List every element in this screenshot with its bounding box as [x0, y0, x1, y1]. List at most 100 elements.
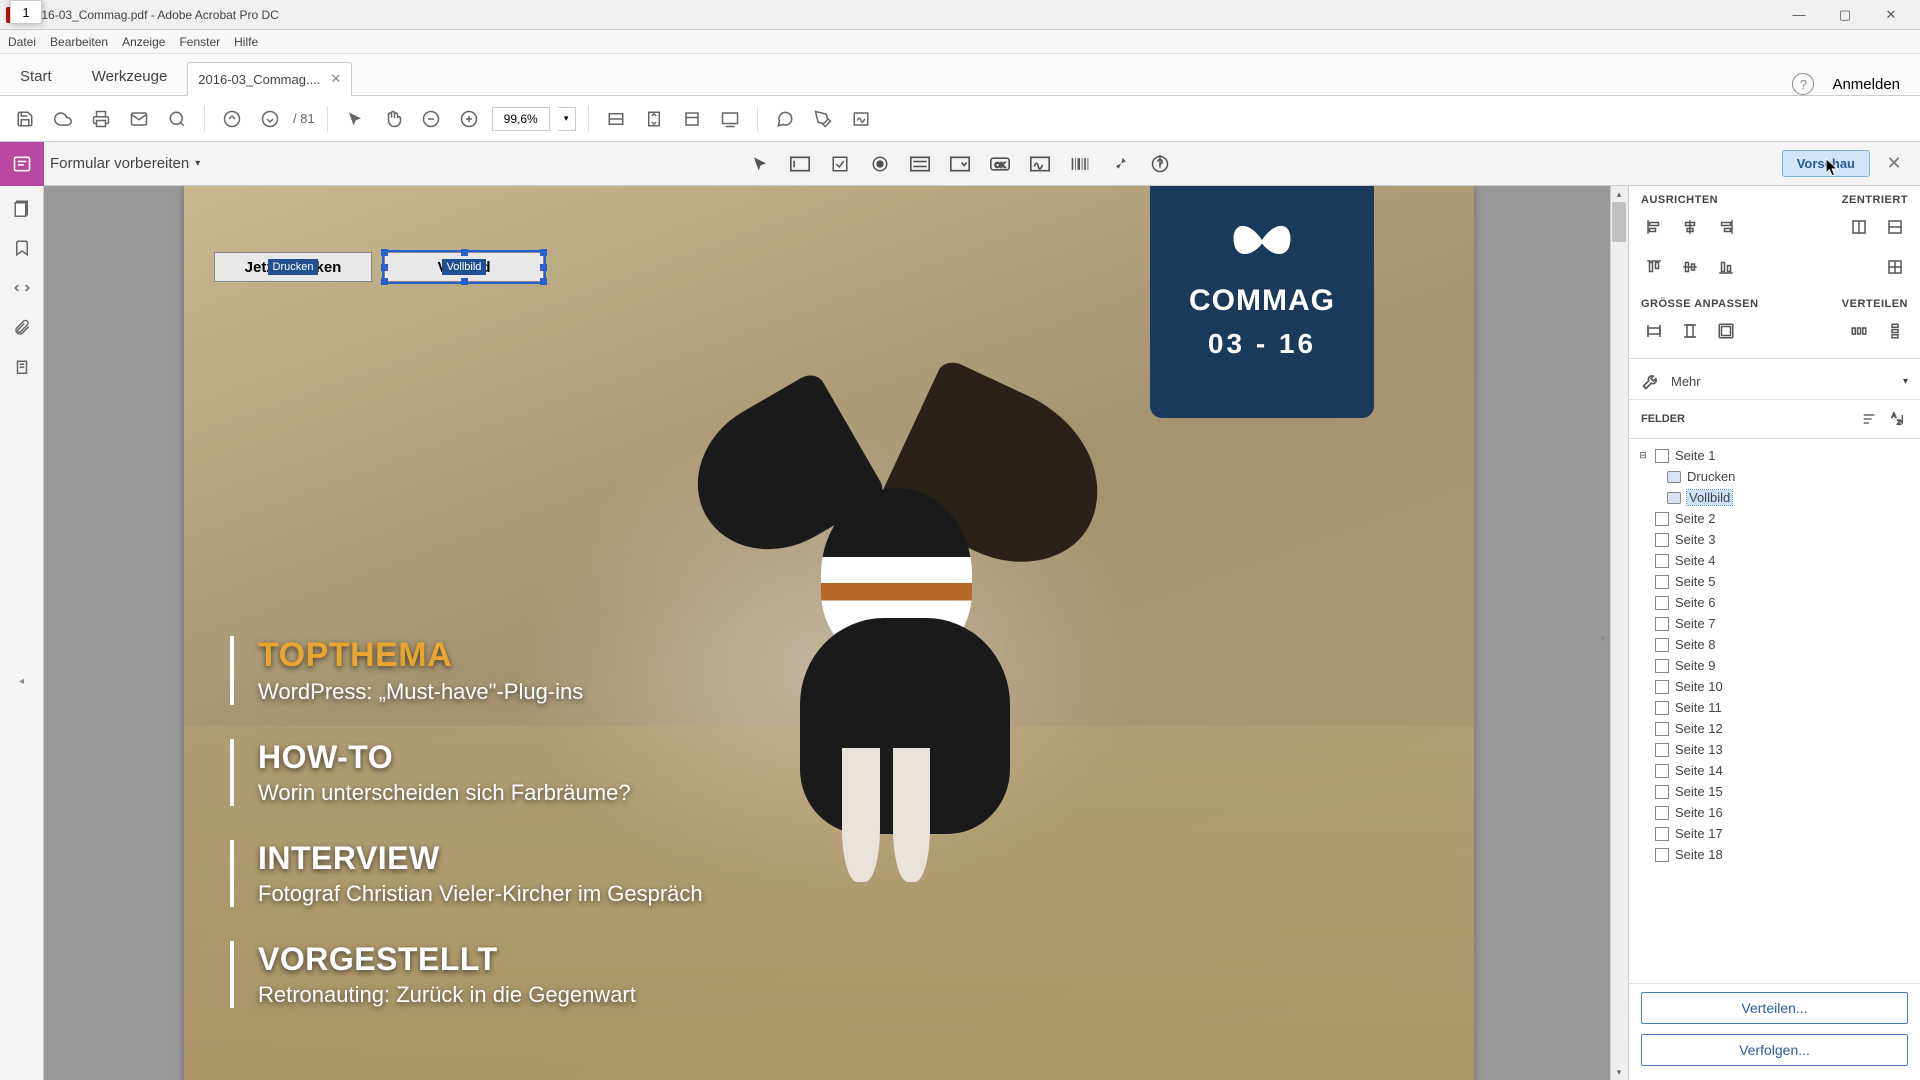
align-top-icon[interactable] — [1641, 254, 1667, 280]
layers-icon[interactable] — [10, 356, 34, 380]
close-button[interactable]: ✕ — [1868, 0, 1914, 30]
center-vertical-icon[interactable] — [1882, 214, 1908, 240]
tree-page-8[interactable]: Seite 8 — [1633, 634, 1916, 655]
tree-page-9[interactable]: Seite 9 — [1633, 655, 1916, 676]
match-width-icon[interactable] — [1641, 318, 1667, 344]
select-field-tool-icon[interactable] — [745, 149, 775, 179]
list-tool-icon[interactable] — [905, 149, 935, 179]
tree-page-11[interactable]: Seite 11 — [1633, 697, 1916, 718]
menu-fenster[interactable]: Fenster — [179, 35, 220, 49]
page-up-icon[interactable] — [217, 104, 247, 134]
tree-page-16[interactable]: Seite 16 — [1633, 802, 1916, 823]
signature-icon[interactable] — [846, 104, 876, 134]
rotate-icon[interactable] — [677, 104, 707, 134]
attachment-icon[interactable] — [10, 316, 34, 340]
align-right-icon[interactable] — [1713, 214, 1739, 240]
maximize-button[interactable]: ▢ — [1822, 0, 1868, 30]
minimize-button[interactable]: — — [1776, 0, 1822, 30]
sign-field-tool-icon[interactable] — [1025, 149, 1055, 179]
cloud-icon[interactable] — [48, 104, 78, 134]
barcode-tool-icon[interactable] — [1065, 149, 1095, 179]
distribute-v-icon[interactable] — [1882, 318, 1908, 344]
align-bottom-icon[interactable] — [1713, 254, 1739, 280]
document-canvas[interactable]: Jetzt drucken Drucken Vollbild Vollbild … — [44, 186, 1628, 1080]
center-both-icon[interactable] — [1882, 254, 1908, 280]
align-hcenter-icon[interactable] — [1677, 214, 1703, 240]
match-both-icon[interactable] — [1713, 318, 1739, 344]
checkbox-tool-icon[interactable] — [825, 149, 855, 179]
distribute-h-icon[interactable] — [1846, 318, 1872, 344]
preview-button[interactable]: Vorschau — [1782, 150, 1870, 177]
form-field-drucken[interactable]: Jetzt drucken Drucken — [214, 252, 372, 282]
tree-page-14[interactable]: Seite 14 — [1633, 760, 1916, 781]
print-icon[interactable] — [86, 104, 116, 134]
fit-width-icon[interactable] — [601, 104, 631, 134]
radio-tool-icon[interactable] — [865, 149, 895, 179]
menu-datei[interactable]: Datei — [8, 35, 36, 49]
tree-page-7[interactable]: Seite 7 — [1633, 613, 1916, 634]
tree-page-4[interactable]: Seite 4 — [1633, 550, 1916, 571]
vertical-scrollbar[interactable] — [1610, 186, 1628, 1080]
sort-fields-icon[interactable] — [1858, 408, 1880, 430]
highlight-icon[interactable] — [808, 104, 838, 134]
tab-document[interactable]: 2016-03_Commag.... ✕ — [187, 62, 352, 96]
thumbnails-icon[interactable] — [10, 196, 34, 220]
help-icon[interactable]: ? — [1792, 73, 1814, 95]
tree-page-17[interactable]: Seite 17 — [1633, 823, 1916, 844]
zoom-in-icon[interactable] — [454, 104, 484, 134]
tree-field-drucken[interactable]: Drucken — [1633, 466, 1916, 487]
scroll-up-icon[interactable]: ▴ — [1610, 186, 1628, 202]
tree-page-12[interactable]: Seite 12 — [1633, 718, 1916, 739]
tree-page-13[interactable]: Seite 13 — [1633, 739, 1916, 760]
more-dropdown[interactable]: Mehr ▾ — [1629, 363, 1920, 399]
align-left-icon[interactable] — [1641, 214, 1667, 240]
page-down-icon[interactable] — [255, 104, 285, 134]
signin-link[interactable]: Anmelden — [1832, 76, 1900, 93]
text-field-tool-icon[interactable] — [785, 149, 815, 179]
tab-werkzeuge[interactable]: Werkzeuge — [72, 58, 188, 95]
tree-page-3[interactable]: Seite 3 — [1633, 529, 1916, 550]
tree-page-10[interactable]: Seite 10 — [1633, 676, 1916, 697]
menu-anzeige[interactable]: Anzeige — [122, 35, 165, 49]
save-icon[interactable] — [10, 104, 40, 134]
fit-page-icon[interactable] — [639, 104, 669, 134]
tab-close-icon[interactable]: ✕ — [330, 71, 341, 87]
menu-hilfe[interactable]: Hilfe — [234, 35, 258, 49]
presentation-icon[interactable] — [715, 104, 745, 134]
tree-page-5[interactable]: Seite 5 — [1633, 571, 1916, 592]
search-icon[interactable] — [162, 104, 192, 134]
zoom-value[interactable]: 99,6% — [492, 107, 550, 131]
select-tool-icon[interactable] — [340, 104, 370, 134]
transfer-icon[interactable] — [10, 276, 34, 300]
zoom-out-icon[interactable] — [416, 104, 446, 134]
tree-field-vollbild[interactable]: Vollbild — [1633, 487, 1916, 508]
scroll-thumb[interactable] — [1612, 202, 1626, 242]
toolbar-help-icon[interactable] — [1145, 149, 1175, 179]
tool-title-dropdown[interactable]: Formular vorbereiten ▾ — [50, 155, 200, 172]
page-number-input[interactable] — [10, 0, 42, 24]
tree-page-15[interactable]: Seite 15 — [1633, 781, 1916, 802]
expand-right-icon[interactable]: ▸ — [1601, 633, 1606, 644]
match-height-icon[interactable] — [1677, 318, 1703, 344]
dropdown-tool-icon[interactable] — [945, 149, 975, 179]
button-tool-icon[interactable]: OK — [985, 149, 1015, 179]
center-horizontal-icon[interactable] — [1846, 214, 1872, 240]
menu-bearbeiten[interactable]: Bearbeiten — [50, 35, 108, 49]
bookmark-icon[interactable] — [10, 236, 34, 260]
tree-page-1[interactable]: ⊟Seite 1 — [1633, 445, 1916, 466]
tab-order-icon[interactable]: AZ — [1886, 408, 1908, 430]
hand-tool-icon[interactable] — [378, 104, 408, 134]
close-tool-button[interactable]: ✕ — [1882, 153, 1906, 174]
align-vcenter-icon[interactable] — [1677, 254, 1703, 280]
scroll-down-icon[interactable]: ▾ — [1610, 1064, 1628, 1080]
verfolgen-button[interactable]: Verfolgen... — [1641, 1034, 1908, 1066]
form-field-vollbild[interactable]: Vollbild Vollbild — [384, 252, 544, 282]
tree-page-6[interactable]: Seite 6 — [1633, 592, 1916, 613]
collapse-left-rail-icon[interactable]: ◂ — [19, 676, 24, 687]
tree-page-18[interactable]: Seite 18 — [1633, 844, 1916, 865]
mail-icon[interactable] — [124, 104, 154, 134]
zoom-dropdown-icon[interactable]: ▾ — [558, 107, 576, 131]
fields-tree[interactable]: ⊟Seite 1DruckenVollbildSeite 2Seite 3Sei… — [1629, 439, 1920, 983]
comment-icon[interactable] — [770, 104, 800, 134]
pin-tool-icon[interactable] — [1105, 149, 1135, 179]
